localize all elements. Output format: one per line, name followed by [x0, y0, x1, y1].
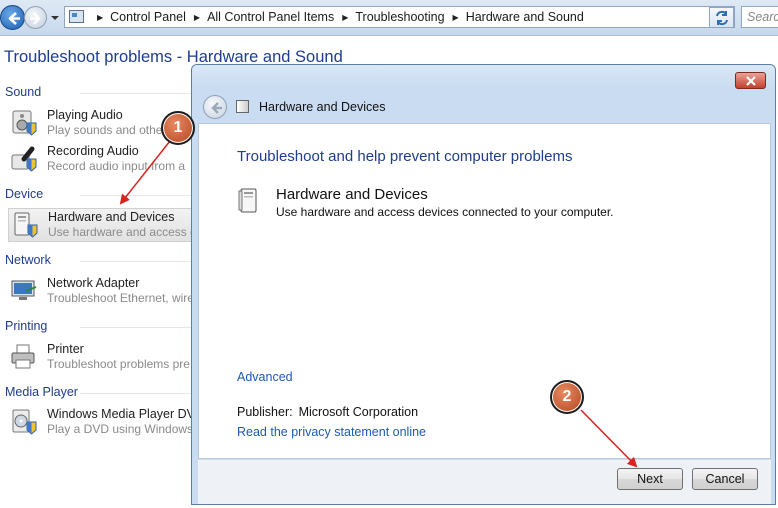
- recent-pages-dropdown-icon[interactable]: [50, 14, 60, 22]
- privacy-statement-link[interactable]: Read the privacy statement online: [237, 425, 426, 439]
- back-arrow-icon: [8, 12, 20, 25]
- troubleshooter-title: Hardware and Devices: [276, 186, 428, 203]
- search-input[interactable]: Search: [741, 6, 778, 28]
- troubleshooter-dialog: Hardware and Devices Troubleshoot and he…: [191, 64, 776, 505]
- back-button[interactable]: [0, 5, 25, 30]
- refresh-button[interactable]: [709, 7, 734, 28]
- list-item-network-adapter[interactable]: Network Adapter Troubleshoot Ethernet, w…: [8, 275, 196, 309]
- item-description: Record audio input from a: [47, 159, 186, 173]
- close-icon: [746, 76, 756, 86]
- dialog-back-button[interactable]: [203, 95, 227, 119]
- item-description: Play sounds and other: [47, 123, 167, 137]
- breadcrumb: ▶ Control Panel ▶ All Control Panel Item…: [89, 10, 584, 24]
- cancel-button[interactable]: Cancel: [692, 468, 758, 490]
- breadcrumb-separator-icon[interactable]: ▶: [453, 13, 459, 22]
- next-button[interactable]: Next: [617, 468, 683, 490]
- breadcrumb-hardware-and-sound[interactable]: Hardware and Sound: [466, 10, 584, 24]
- speaker-icon: [12, 110, 37, 136]
- refresh-icon: [716, 10, 728, 26]
- network-adapter-icon: [11, 280, 37, 300]
- list-item-recording-audio[interactable]: Recording Audio Record audio input from …: [8, 143, 196, 177]
- navigation-bar: ▶ Control Panel ▶ All Control Panel Item…: [0, 0, 778, 36]
- close-button[interactable]: [735, 72, 766, 89]
- forward-arrow-icon: [30, 12, 41, 25]
- item-title[interactable]: Printer: [47, 342, 84, 356]
- microphone-icon: [11, 146, 37, 172]
- breadcrumb-separator-icon[interactable]: ▶: [342, 13, 348, 22]
- publisher-label: Publisher:: [237, 405, 293, 419]
- breadcrumb-troubleshooting[interactable]: Troubleshooting: [355, 10, 444, 24]
- category-printing: Printing: [5, 319, 48, 333]
- dialog-footer: Next Cancel: [198, 459, 771, 504]
- publisher-row: Publisher: Microsoft Corporation: [237, 405, 418, 419]
- list-item-hardware-and-devices[interactable]: Hardware and Devices Use hardware and ac…: [8, 208, 203, 242]
- list-item-windows-media-player-dvd[interactable]: Windows Media Player DVD Play a DVD usin…: [8, 406, 204, 440]
- back-arrow-icon: [211, 102, 222, 114]
- item-title[interactable]: Hardware and Devices: [48, 210, 174, 224]
- item-title[interactable]: Windows Media Player DVD: [47, 407, 204, 421]
- category-divider: [80, 393, 195, 394]
- category-divider: [80, 327, 195, 328]
- category-media-player: Media Player: [5, 385, 78, 399]
- dvd-icon: [12, 409, 37, 435]
- dialog-header: Hardware and Devices: [198, 93, 771, 123]
- address-bar[interactable]: ▶ Control Panel ▶ All Control Panel Item…: [64, 6, 735, 28]
- category-divider: [80, 261, 195, 262]
- breadcrumb-all-items[interactable]: All Control Panel Items: [207, 10, 334, 24]
- item-description: Troubleshoot Ethernet, wire: [47, 291, 194, 305]
- breadcrumb-separator-icon[interactable]: ▶: [194, 13, 200, 22]
- control-panel-icon: [69, 10, 84, 23]
- troubleshooter-description: Use hardware and access devices connecte…: [276, 205, 614, 219]
- item-description: Use hardware and access de: [48, 225, 204, 239]
- step-2-badge: 2: [550, 380, 584, 414]
- dialog-titlebar[interactable]: [192, 65, 775, 91]
- category-divider: [80, 195, 195, 196]
- breadcrumb-control-panel[interactable]: Control Panel: [110, 10, 186, 24]
- item-title[interactable]: Playing Audio: [47, 108, 123, 122]
- dialog-content: Troubleshoot and help prevent computer p…: [198, 123, 771, 459]
- category-network: Network: [5, 253, 51, 267]
- category-device: Device: [5, 187, 44, 201]
- item-description: Troubleshoot problems pre: [47, 357, 190, 371]
- item-title[interactable]: Network Adapter: [47, 276, 139, 290]
- category-sound: Sound: [5, 85, 42, 99]
- printer-icon: [11, 344, 35, 369]
- hardware-icon: [238, 188, 257, 213]
- breadcrumb-separator-icon[interactable]: ▶: [97, 13, 103, 22]
- dialog-title: Hardware and Devices: [259, 100, 386, 114]
- list-item-printer[interactable]: Printer Troubleshoot problems pre: [8, 341, 196, 375]
- step-1-badge: 1: [161, 111, 195, 145]
- item-title[interactable]: Recording Audio: [47, 144, 139, 158]
- category-divider: [80, 93, 195, 94]
- dialog-heading: Troubleshoot and help prevent computer p…: [237, 148, 573, 165]
- search-placeholder: Search: [747, 10, 778, 24]
- advanced-link[interactable]: Advanced: [237, 370, 293, 384]
- publisher-value: Microsoft Corporation: [298, 405, 419, 419]
- hardware-icon: [14, 212, 38, 238]
- hardware-icon: [236, 100, 249, 113]
- forward-button[interactable]: [24, 6, 47, 29]
- item-description: Play a DVD using Windows: [47, 422, 194, 436]
